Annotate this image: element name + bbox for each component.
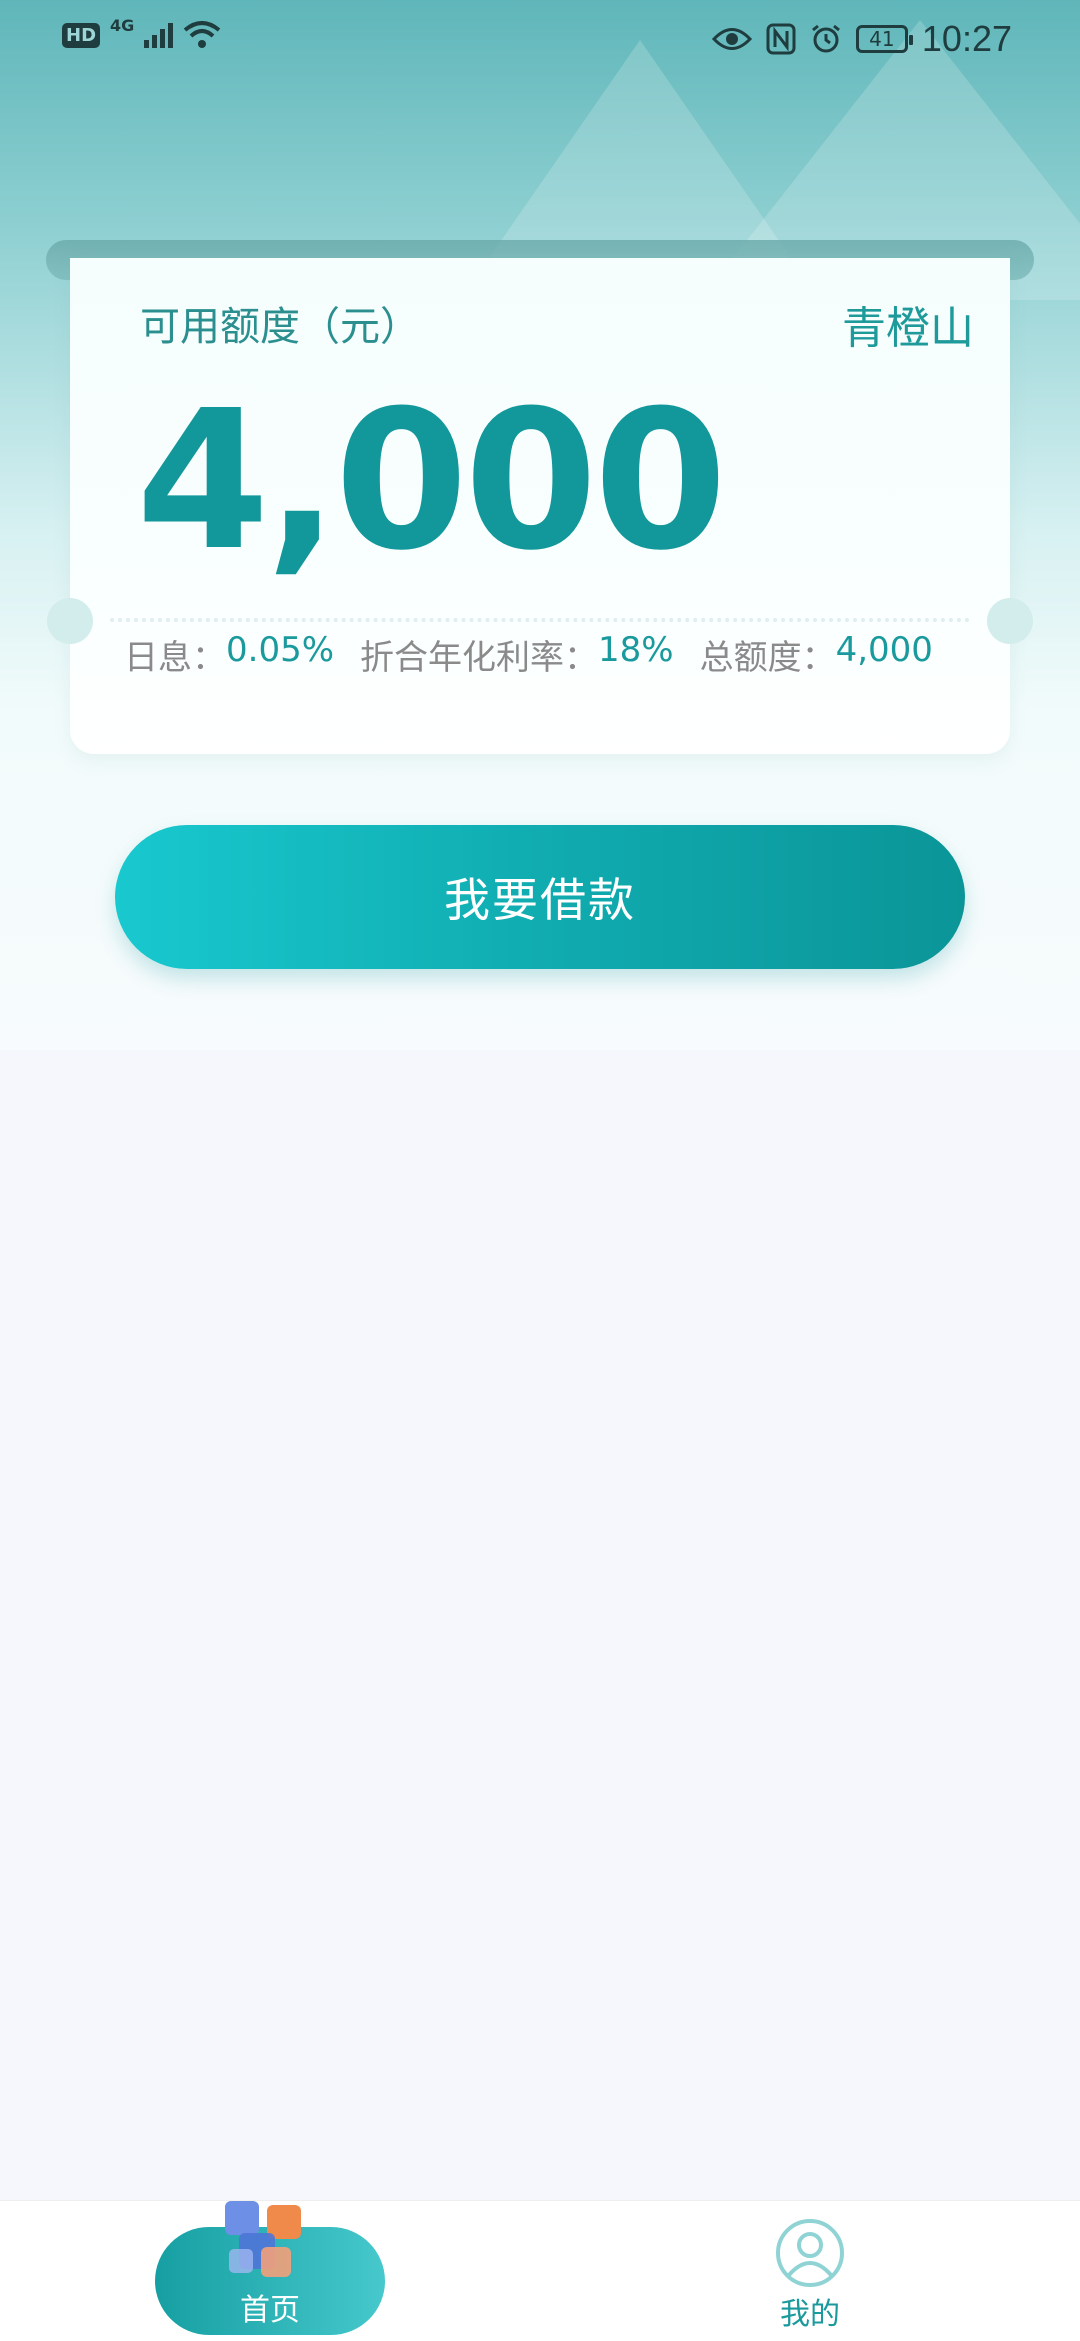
signal-icon [144,22,174,48]
available-credit-amount: 4,000 [136,370,727,593]
bottom-tab-bar: 首页 我的 [0,2200,1080,2341]
wifi-icon [184,21,221,48]
alarm-icon [811,24,840,53]
network-type: 4G [110,15,135,35]
credit-card: 可用额度（元） 青橙山 4,000 日息： 0.05% 折合年化利率： 18% … [47,258,1033,754]
eye-icon [711,28,752,50]
user-icon [776,2219,844,2287]
status-bar: HD 4G 41 10:27 [0,0,1080,76]
nfc-icon [766,23,796,55]
battery-icon: 41 [855,25,913,53]
borrow-button[interactable]: 我要借款 [115,825,965,969]
card-notch [47,598,93,644]
annual-rate-label: 折合年化利率： [360,638,599,678]
rate-info-row: 日息： 0.05% 折合年化利率： 18% 总额度： 4,000 [124,630,933,679]
total-credit-value: 4,000 [835,630,933,670]
brand-name: 青橙山 [842,303,974,354]
dotted-divider [110,618,970,622]
tab-me-label: 我的 [780,2297,840,2332]
clock: 10:27 [921,18,1012,59]
annual-rate-value: 18% [598,630,674,670]
tab-me[interactable]: 我的 [760,2217,860,2337]
card-notch [987,598,1033,644]
hd-icon: HD [62,22,101,48]
available-credit-label: 可用额度（元） [140,304,420,350]
home-cube-icon [225,2201,301,2277]
daily-interest-label: 日息： [124,638,226,678]
total-credit-label: 总额度： [699,638,836,678]
daily-interest-value: 0.05% [226,630,335,670]
